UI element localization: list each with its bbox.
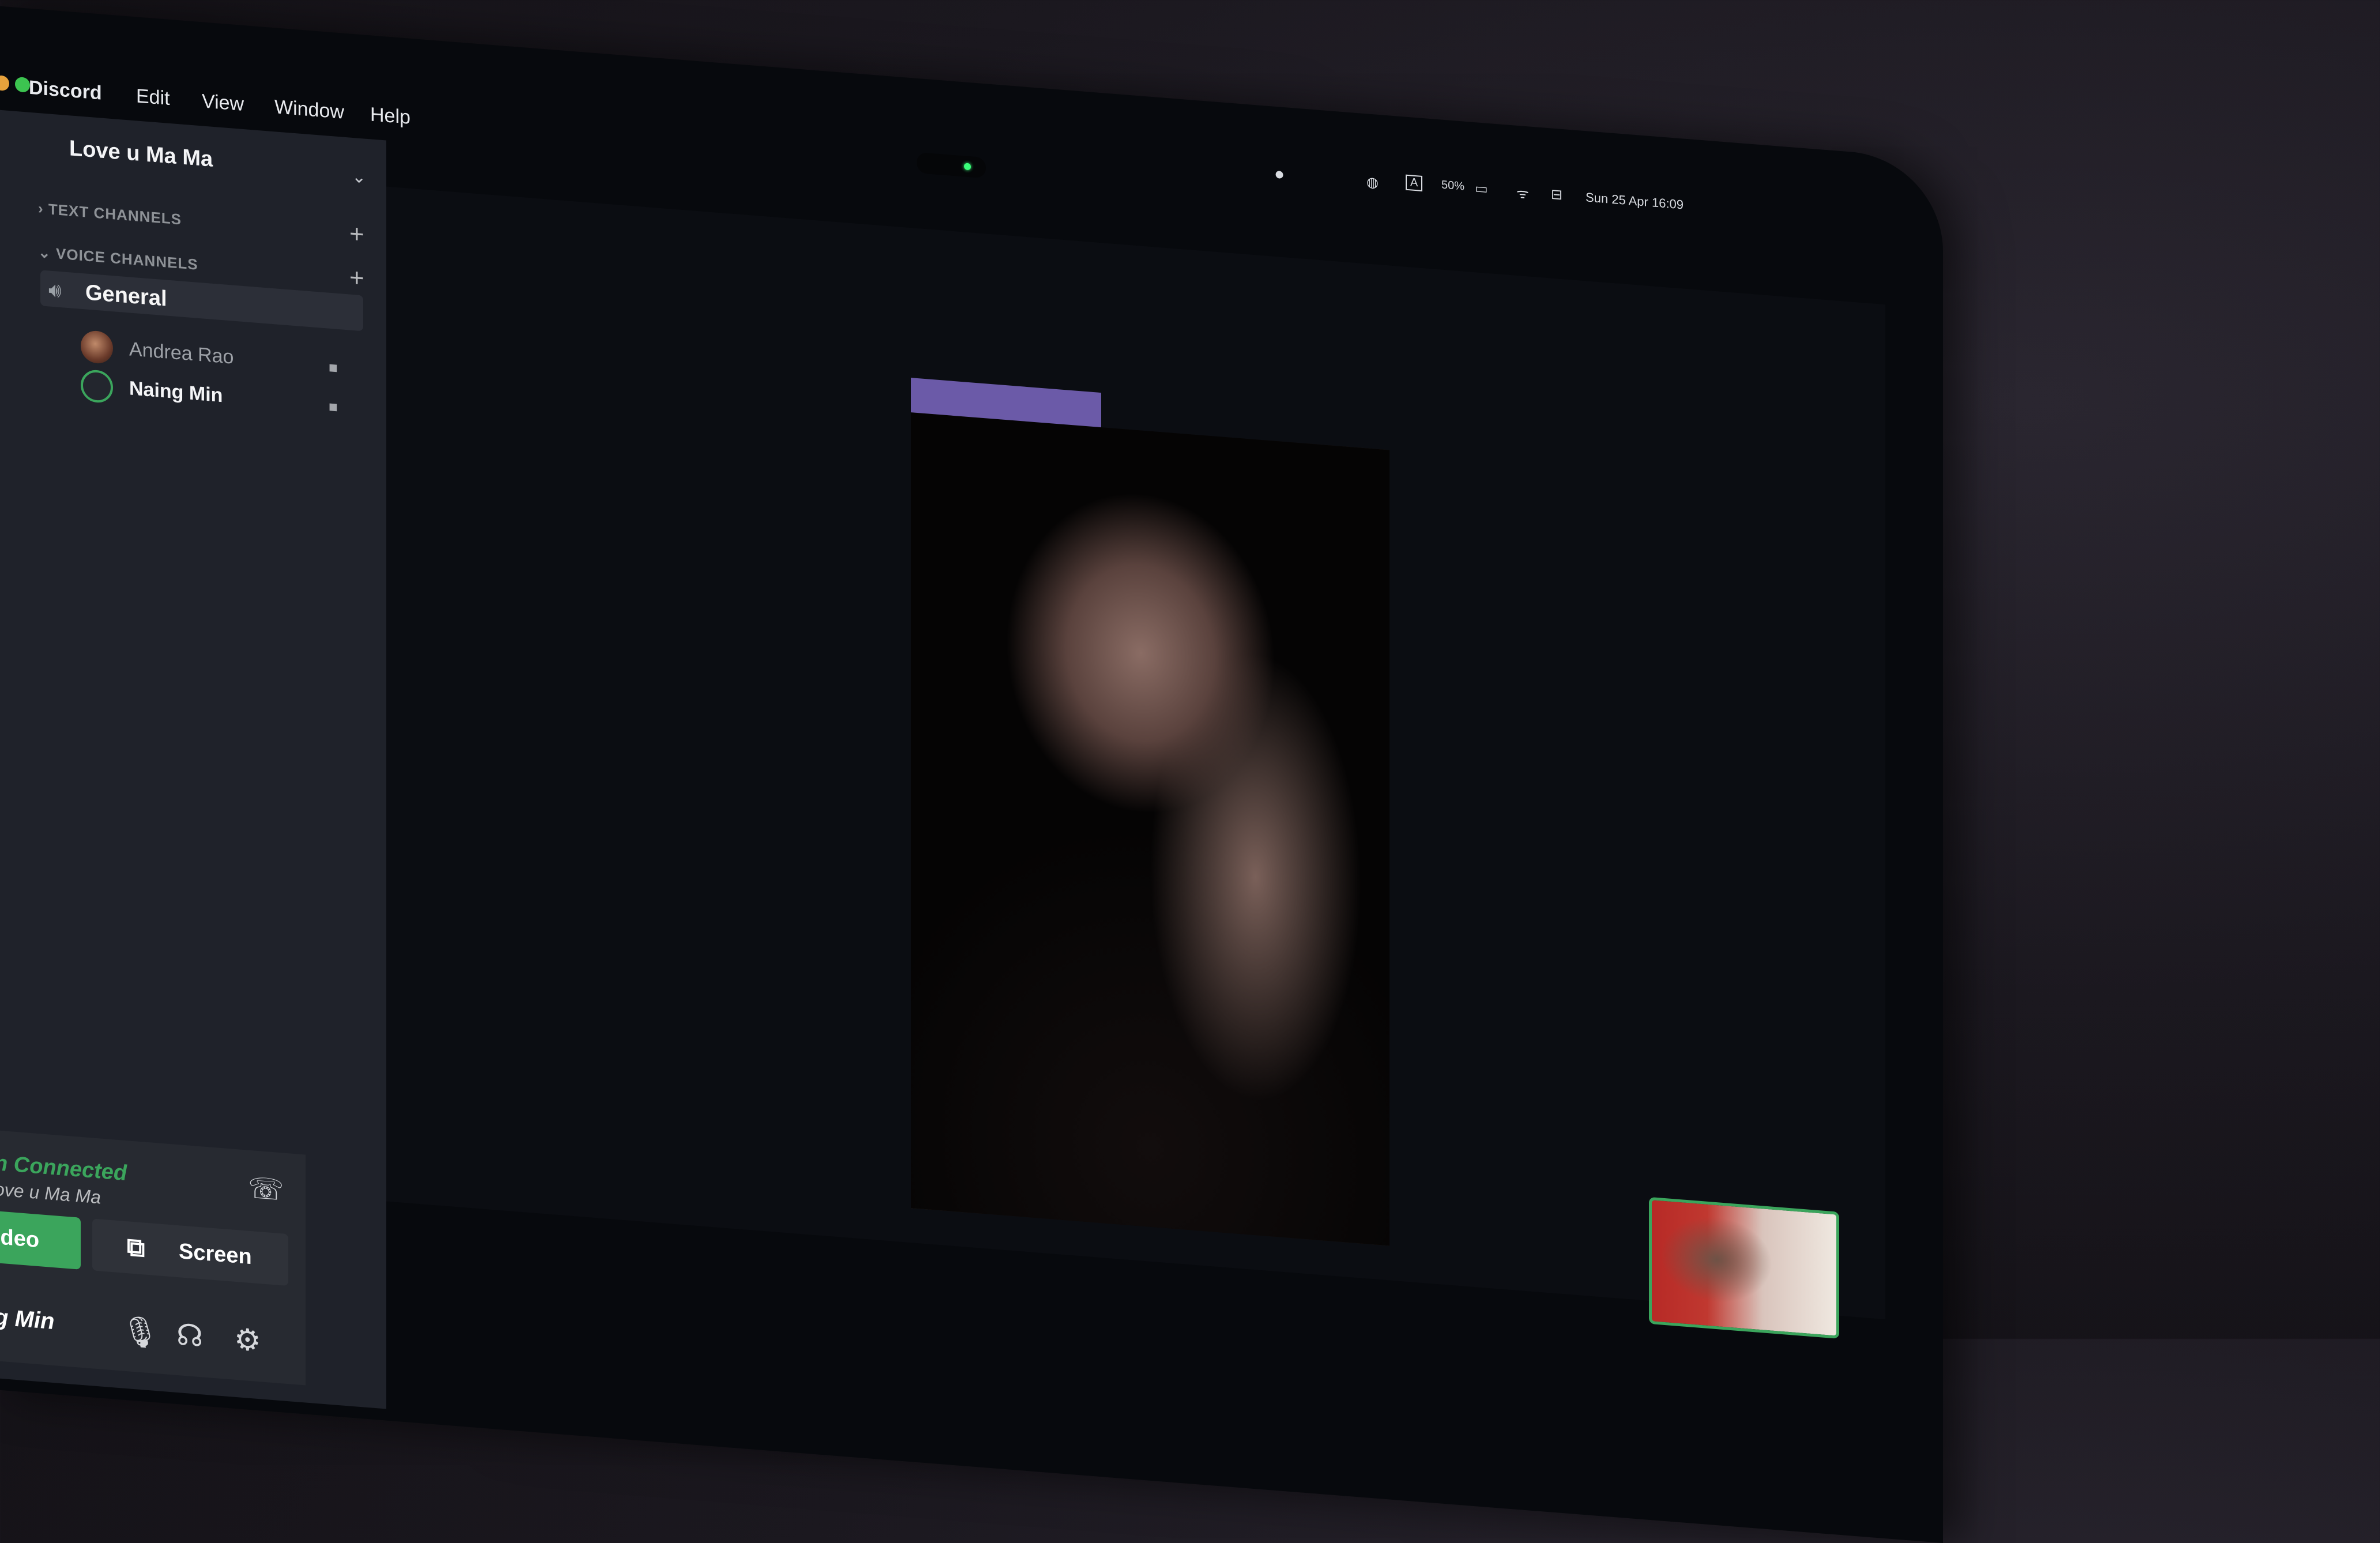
category-voice-channels[interactable]: ⌄ VOICE CHANNELS +: [38, 243, 365, 293]
voice-channel-general[interactable]: 🔊︎ General: [40, 270, 363, 332]
headphones-icon[interactable]: ☊: [176, 1318, 203, 1354]
add-channel-icon[interactable]: +: [349, 219, 365, 249]
gear-icon[interactable]: ⚙: [234, 1322, 261, 1359]
menu-bar-clock[interactable]: Sun 25 Apr 16:09: [1586, 190, 1684, 212]
avatar: [81, 329, 113, 365]
member-name: Andrea Rao: [129, 338, 234, 368]
input-source-icon[interactable]: A: [1406, 174, 1423, 191]
avatar: [81, 368, 113, 404]
add-channel-icon[interactable]: +: [349, 263, 365, 293]
disconnect-call-icon[interactable]: ☏: [248, 1171, 284, 1207]
record-icon[interactable]: ●: [1274, 164, 1285, 185]
current-user-name[interactable]: g Min: [0, 1304, 54, 1335]
video-button[interactable]: ideo: [0, 1211, 81, 1270]
video-camera-icon: ■: [329, 397, 338, 416]
category-label: TEXT CHANNELS: [48, 200, 182, 228]
category-text-channels[interactable]: › TEXT CHANNELS +: [38, 199, 365, 249]
video-overlay-strip: [911, 378, 1101, 428]
remote-participant-video[interactable]: [911, 378, 1389, 1246]
screen-share-icon: ⧉: [127, 1233, 145, 1263]
chevron-right-icon: ›: [38, 199, 48, 218]
server-name[interactable]: Love u Ma Ma: [69, 136, 213, 172]
speaker-icon: 🔊︎: [48, 277, 62, 303]
screen-button-label: Screen: [179, 1239, 252, 1270]
connected-channel-name[interactable]: ove u Ma Ma: [0, 1179, 101, 1209]
battery-percentage: 50%: [1441, 178, 1465, 193]
member-name: Naing Min: [129, 377, 223, 407]
microphone-icon[interactable]: 🎙︎: [121, 1313, 159, 1351]
laptop-screen: Discord Edit View Window Help ● ◍ A 50% …: [0, 6, 1943, 1543]
vpn-icon[interactable]: ◍: [1366, 174, 1379, 191]
video-button-label: ideo: [0, 1225, 40, 1253]
video-call-stage: [386, 186, 1885, 1339]
channel-name: General: [85, 280, 167, 311]
battery-icon[interactable]: ▭: [1475, 180, 1488, 198]
self-video-preview[interactable]: [1649, 1196, 1839, 1339]
screen-share-button[interactable]: ⧉ Screen: [92, 1218, 288, 1286]
chevron-down-icon[interactable]: ⌄: [352, 167, 366, 188]
video-camera-icon: ■: [329, 358, 338, 377]
voice-connection-panel: n Connected ove u Ma Ma ☏ ideo ⧉ Screen …: [0, 1130, 306, 1386]
category-label: VOICE CHANNELS: [56, 244, 198, 273]
chevron-down-icon: ⌄: [38, 243, 57, 262]
control-center-icon[interactable]: ⊟: [1551, 186, 1562, 204]
wifi-icon[interactable]: ᯤ: [1516, 183, 1529, 204]
